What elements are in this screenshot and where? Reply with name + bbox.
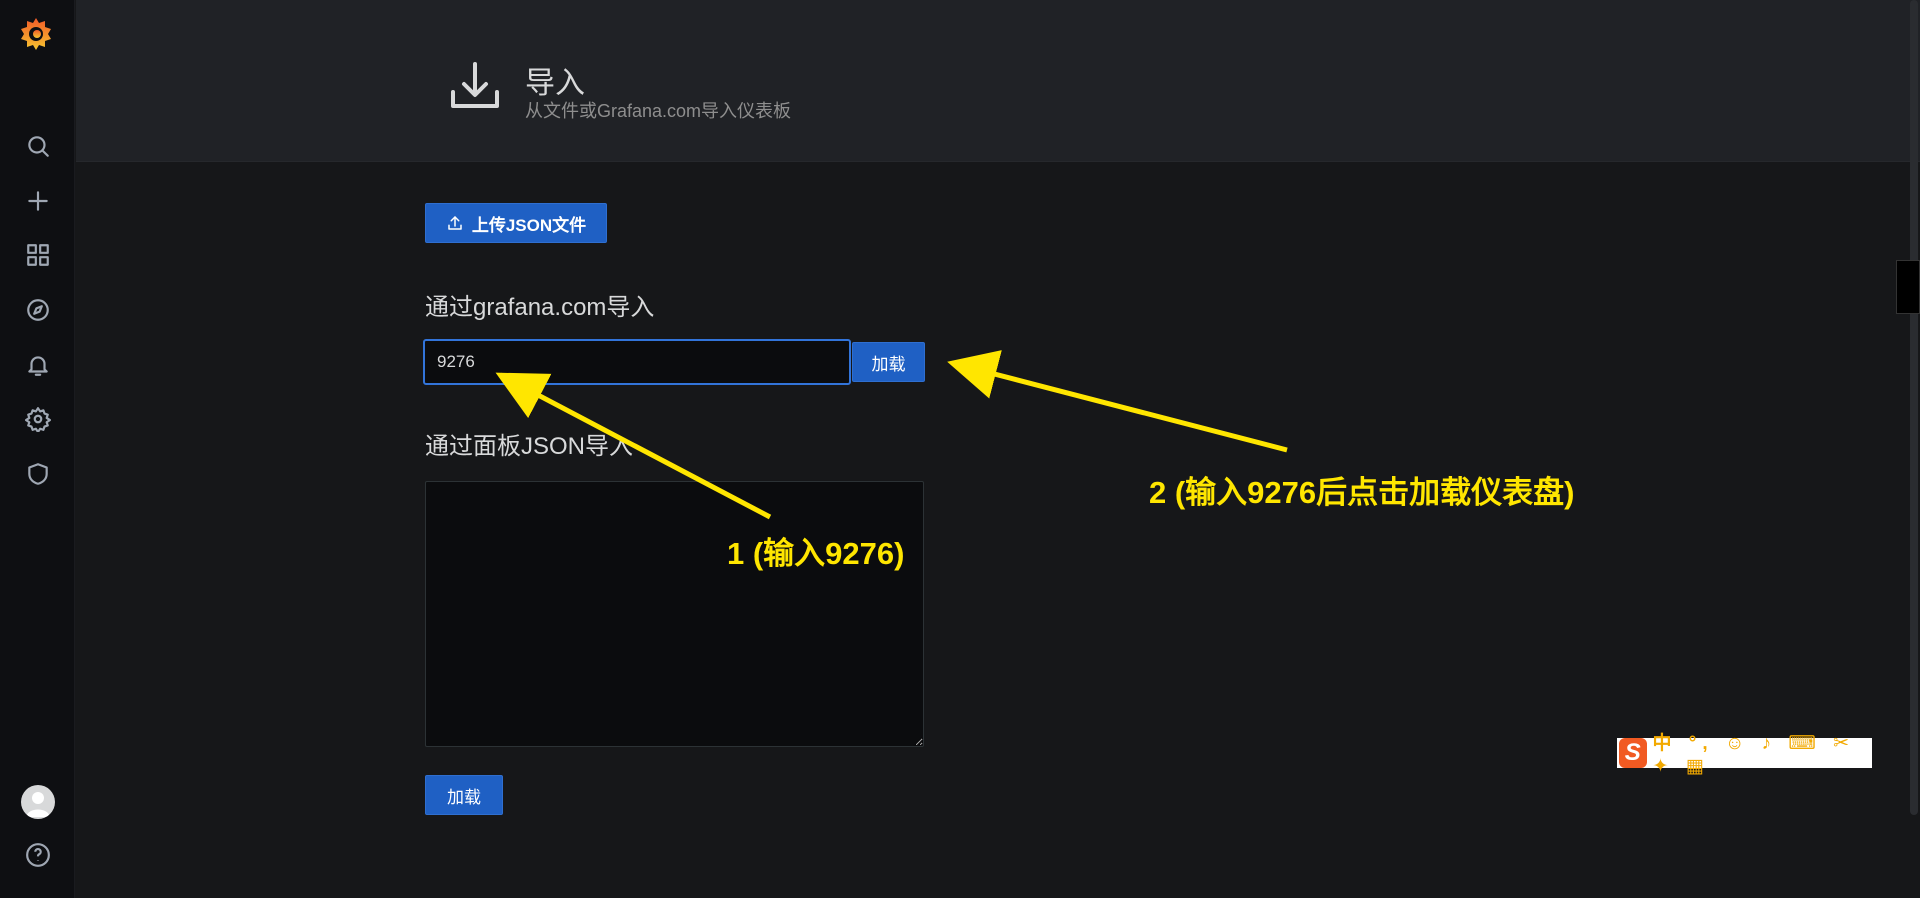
annotation-step2-label: 2 (输入9276后点击加载仪表盘) — [1149, 475, 1575, 510]
annotation-step1-label: 1 (输入9276) — [727, 536, 905, 571]
grafana-import-heading: 通过grafana.com导入 — [425, 294, 655, 321]
annotation-arrow-step2 — [947, 350, 1288, 453]
ime-toolbar-buttons[interactable]: 中 °, ☺ ♪ ⌨ ✂ ✦ ▦ — [1653, 728, 1872, 778]
download-icon — [447, 58, 503, 114]
help-icon[interactable] — [25, 842, 51, 868]
page-header — [76, 0, 1920, 162]
json-import-heading: 通过面板JSON导入 — [425, 433, 634, 460]
page-title: 导入 — [525, 67, 585, 100]
sogou-logo-icon[interactable]: S — [1619, 738, 1647, 768]
scrollbar[interactable] — [1910, 0, 1918, 815]
sidebar — [0, 0, 75, 898]
avatar[interactable] — [21, 785, 55, 819]
grafana-logo-icon[interactable] — [16, 14, 56, 54]
grafana-dashboard-id-input[interactable] — [423, 339, 851, 385]
bell-icon[interactable] — [23, 350, 53, 380]
upload-json-button[interactable]: 上传JSON文件 — [425, 203, 607, 243]
explore-icon[interactable] — [23, 295, 53, 325]
gear-icon[interactable] — [23, 404, 53, 434]
upload-icon — [448, 216, 462, 230]
search-icon[interactable] — [23, 131, 53, 161]
dashboard-json-textarea[interactable] — [425, 481, 924, 747]
plus-icon[interactable] — [23, 186, 53, 216]
dashboards-icon[interactable] — [23, 240, 53, 270]
json-load-button[interactable]: 加载 — [425, 775, 503, 815]
grafana-load-button[interactable]: 加载 — [852, 342, 925, 382]
upload-json-label: 上传JSON文件 — [471, 215, 587, 235]
side-floating-widget[interactable] — [1896, 260, 1920, 314]
shield-icon[interactable] — [23, 459, 53, 489]
ime-toolbar[interactable]: S 中 °, ☺ ♪ ⌨ ✂ ✦ ▦ — [1617, 733, 1872, 777]
page-subtitle: 从文件或Grafana.com导入仪表板 — [525, 101, 792, 121]
